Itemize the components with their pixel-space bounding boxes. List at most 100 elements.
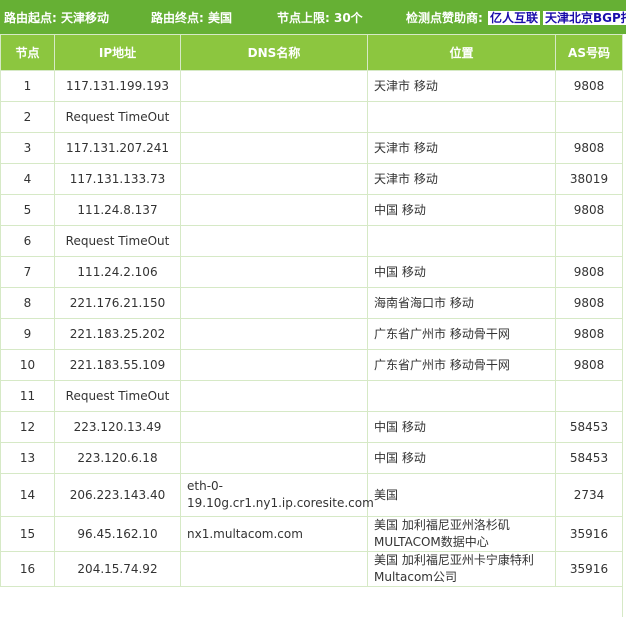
hop-cell: 13 (0, 442, 55, 474)
location-cell (367, 380, 556, 412)
dns-cell (180, 256, 368, 288)
as-cell: 35916 (555, 551, 623, 587)
dns-cell (180, 132, 368, 164)
dns-cell (180, 551, 368, 587)
location-cell: 天津市 移动 (367, 70, 556, 102)
table-right-edge (622, 34, 626, 617)
location-cell: 美国 加利福尼亚州洛杉矶MULTACOM数据中心 (367, 516, 556, 552)
col-header-dns: DNS名称 (180, 34, 368, 71)
dns-cell (180, 194, 368, 226)
ip-cell: 221.176.21.150 (54, 287, 181, 319)
sponsor-links: 亿人互联 天津北京BGP托 (488, 10, 626, 26)
location-cell (367, 225, 556, 257)
ip-cell: 111.24.8.137 (54, 194, 181, 226)
hop-cell: 6 (0, 225, 55, 257)
hop-cell: 1 (0, 70, 55, 102)
hop-cell: 9 (0, 318, 55, 350)
hop-cell: 2 (0, 101, 55, 133)
route-start-label: 路由起点: 天津移动 (4, 11, 109, 25)
hop-cell: 11 (0, 380, 55, 412)
traceroute-table: 节点 IP地址 DNS名称 位置 AS号码 1 117.131.199.193 天津… (0, 34, 623, 587)
sponsor-link-2[interactable]: 天津北京BGP托 (543, 11, 626, 25)
hop-cell: 10 (0, 349, 55, 381)
dns-cell (180, 411, 368, 443)
dns-cell (180, 70, 368, 102)
table-row: 11 Request TimeOut (0, 380, 623, 412)
as-cell: 9808 (555, 349, 623, 381)
as-cell: 9808 (555, 256, 623, 288)
ip-cell: Request TimeOut (54, 380, 181, 412)
location-cell: 中国 移动 (367, 194, 556, 226)
ip-cell: 117.131.199.193 (54, 70, 181, 102)
dns-cell (180, 318, 368, 350)
dns-cell (180, 225, 368, 257)
dns-cell: nx1.multacom.com (180, 516, 368, 552)
table-row: 16 204.15.74.92 美国 加利福尼亚州卡宁康特利Multacom公司 35… (0, 551, 623, 587)
as-cell: 9808 (555, 287, 623, 319)
as-cell: 2734 (555, 473, 623, 517)
table-row: 1 117.131.199.193 天津市 移动 9808 (0, 70, 623, 102)
table-row: 7 111.24.2.106 中国 移动 9808 (0, 256, 623, 288)
table-row: 13 223.120.6.18 中国 移动 58453 (0, 442, 623, 474)
ip-cell: Request TimeOut (54, 101, 181, 133)
as-cell: 35916 (555, 516, 623, 552)
as-cell: 9808 (555, 132, 623, 164)
col-header-hop: 节点 (0, 34, 55, 71)
dns-cell (180, 380, 368, 412)
ip-cell: 117.131.207.241 (54, 132, 181, 164)
col-header-location: 位置 (367, 34, 556, 71)
dns-cell (180, 163, 368, 195)
ip-cell: 96.45.162.10 (54, 516, 181, 552)
as-cell: 9808 (555, 194, 623, 226)
table-row: 5 111.24.8.137 中国 移动 9808 (0, 194, 623, 226)
dns-cell (180, 287, 368, 319)
location-cell: 广东省广州市 移动骨干网 (367, 349, 556, 381)
ip-cell: Request TimeOut (54, 225, 181, 257)
location-cell: 广东省广州市 移动骨干网 (367, 318, 556, 350)
dns-cell (180, 101, 368, 133)
dns-cell: eth-0-19.10g.cr1.ny1.ip.coresite.com (180, 473, 374, 517)
as-cell (555, 101, 623, 133)
table-header-row: 节点 IP地址 DNS名称 位置 AS号码 (0, 34, 623, 71)
hop-cell: 8 (0, 287, 55, 319)
ip-cell: 111.24.2.106 (54, 256, 181, 288)
dns-cell (180, 442, 368, 474)
hop-cell: 12 (0, 411, 55, 443)
col-header-as: AS号码 (555, 34, 623, 71)
hop-cell: 16 (0, 551, 55, 587)
hop-limit-label: 节点上限: 30个 (277, 11, 363, 25)
as-cell: 58453 (555, 411, 623, 443)
hop-cell: 3 (0, 132, 55, 164)
hop-cell: 4 (0, 163, 55, 195)
location-cell: 中国 移动 (367, 442, 556, 474)
ip-cell: 204.15.74.92 (54, 551, 181, 587)
as-cell (555, 225, 623, 257)
table-row: 3 117.131.207.241 天津市 移动 9808 (0, 132, 623, 164)
ip-cell: 221.183.55.109 (54, 349, 181, 381)
as-cell: 58453 (555, 442, 623, 474)
location-cell: 中国 移动 (367, 411, 556, 443)
table-row: 10 221.183.55.109 广东省广州市 移动骨干网 9808 (0, 349, 623, 381)
table-row: 6 Request TimeOut (0, 225, 623, 257)
ip-cell: 117.131.133.73 (54, 163, 181, 195)
sponsor-link-1[interactable]: 亿人互联 (488, 11, 541, 25)
table-row: 4 117.131.133.73 天津市 移动 38019 (0, 163, 623, 195)
location-cell: 美国 (367, 473, 556, 517)
as-cell: 38019 (555, 163, 623, 195)
table-row: 9 221.183.25.202 广东省广州市 移动骨干网 9808 (0, 318, 623, 350)
table-row: 14 206.223.143.40 eth-0-19.10g.cr1.ny1.ip.… (0, 473, 623, 517)
location-cell: 中国 移动 (367, 256, 556, 288)
location-cell: 天津市 移动 (367, 163, 556, 195)
hop-cell: 7 (0, 256, 55, 288)
col-header-ip: IP地址 (54, 34, 181, 71)
hop-cell: 5 (0, 194, 55, 226)
as-cell: 9808 (555, 318, 623, 350)
route-end-label: 路由终点: 美国 (151, 11, 232, 25)
ip-cell: 223.120.13.49 (54, 411, 181, 443)
location-cell (367, 101, 556, 133)
dns-cell (180, 349, 368, 381)
ip-cell: 221.183.25.202 (54, 318, 181, 350)
as-cell: 9808 (555, 70, 623, 102)
location-cell: 天津市 移动 (367, 132, 556, 164)
location-cell: 海南省海口市 移动 (367, 287, 556, 319)
